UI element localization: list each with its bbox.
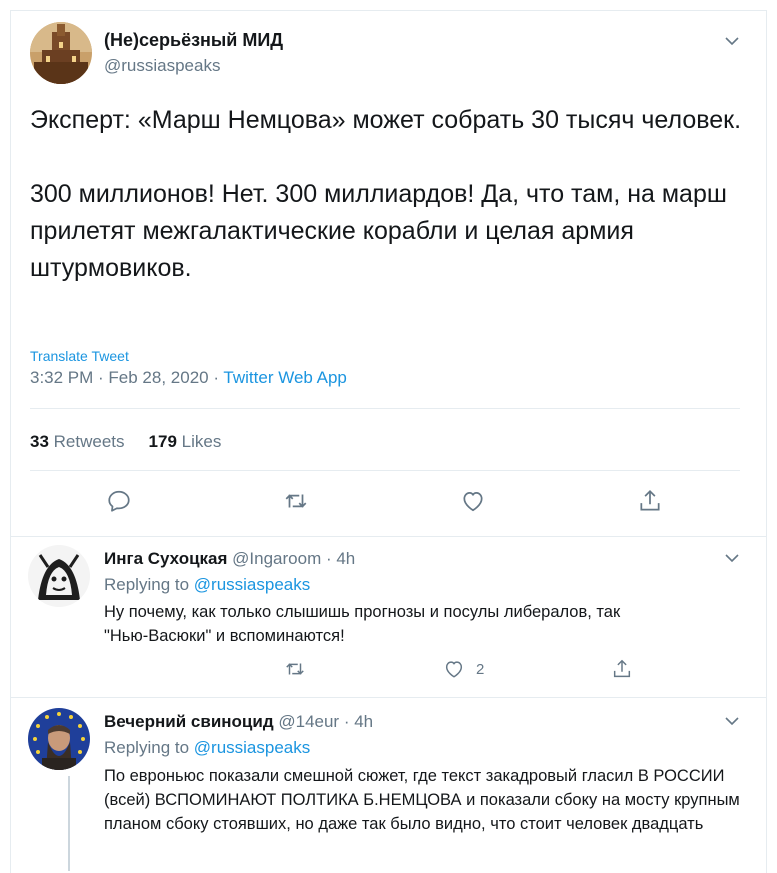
retweets-count: 33 — [30, 432, 49, 451]
replying-to: Replying to @russiaspeaks — [104, 738, 310, 758]
divider — [30, 470, 740, 471]
reply-avatar[interactable] — [28, 545, 90, 607]
tweet-meta: 3:32 PM · Feb 28, 2020 · Twitter Web App — [30, 368, 347, 388]
replying-to: Replying to @russiaspeaks — [104, 575, 310, 595]
retweet-icon[interactable] — [283, 488, 309, 514]
reply-icon[interactable] — [106, 488, 132, 514]
likes-stat[interactable]: 179 Likes — [149, 432, 222, 451]
author-avatar[interactable] — [30, 22, 92, 84]
retweets-label: Retweets — [53, 432, 125, 451]
reply-author: Вечерний свиноцид @14eur · 4h — [104, 712, 373, 732]
chevron-down-icon[interactable] — [723, 549, 741, 567]
reply-text: Ну почему, как только слышишь прогнозы и… — [104, 603, 621, 645]
reply-avatar[interactable] — [28, 708, 90, 770]
tweet-source[interactable]: Twitter Web App — [223, 368, 346, 387]
likes-count: 179 — [148, 432, 177, 451]
author-handle[interactable]: @russiaspeaks — [104, 56, 220, 76]
reply-text: По евроньюс показали смешной сюжет, где … — [104, 767, 740, 833]
share-icon[interactable] — [637, 488, 663, 514]
reply-handle-time[interactable]: @Ingaroom · 4h — [232, 549, 355, 568]
replying-to-prefix: Replying to — [104, 738, 194, 757]
reply-author: Инга Сухоцкая @Ingaroom · 4h — [104, 549, 355, 569]
replying-to-link[interactable]: @russiaspeaks — [194, 738, 310, 757]
chevron-down-icon[interactable] — [723, 32, 741, 50]
thread-line — [68, 776, 70, 871]
reply-like-count: 2 — [476, 661, 485, 678]
reply-author-name[interactable]: Вечерний свиноцид — [104, 712, 274, 731]
like-icon[interactable] — [443, 658, 465, 680]
reply-handle-time[interactable]: @14eur · 4h — [278, 712, 373, 731]
tweet-text: Эксперт: «Марш Немцова» может собрать 30… — [30, 106, 742, 282]
translate-tweet-link[interactable]: Translate Tweet — [30, 348, 129, 364]
replying-to-link[interactable]: @russiaspeaks — [194, 575, 310, 594]
retweet-icon[interactable] — [284, 658, 306, 680]
likes-label: Likes — [181, 432, 222, 451]
like-icon[interactable] — [460, 488, 486, 514]
replying-to-prefix: Replying to — [104, 575, 194, 594]
tweet-timestamp[interactable]: 3:32 PM · Feb 28, 2020 · — [30, 368, 223, 387]
main-tweet: (Не)серьёзный МИД @russiaspeaks Эксперт:… — [10, 10, 767, 537]
retweets-stat[interactable]: 33 Retweets — [30, 432, 125, 451]
author-name[interactable]: (Не)серьёзный МИД — [104, 30, 283, 51]
reply-tweet[interactable]: Инга Сухоцкая @Ingaroom · 4h Replying to… — [10, 537, 767, 697]
divider — [30, 408, 740, 409]
reply-author-name[interactable]: Инга Сухоцкая — [104, 549, 227, 568]
tweet-stats: 33 Retweets 179 Likes — [30, 432, 221, 452]
chevron-down-icon[interactable] — [723, 712, 741, 730]
reply-tweet[interactable]: Вечерний свиноцид @14eur · 4h Replying t… — [10, 698, 767, 873]
share-icon[interactable] — [611, 658, 633, 680]
